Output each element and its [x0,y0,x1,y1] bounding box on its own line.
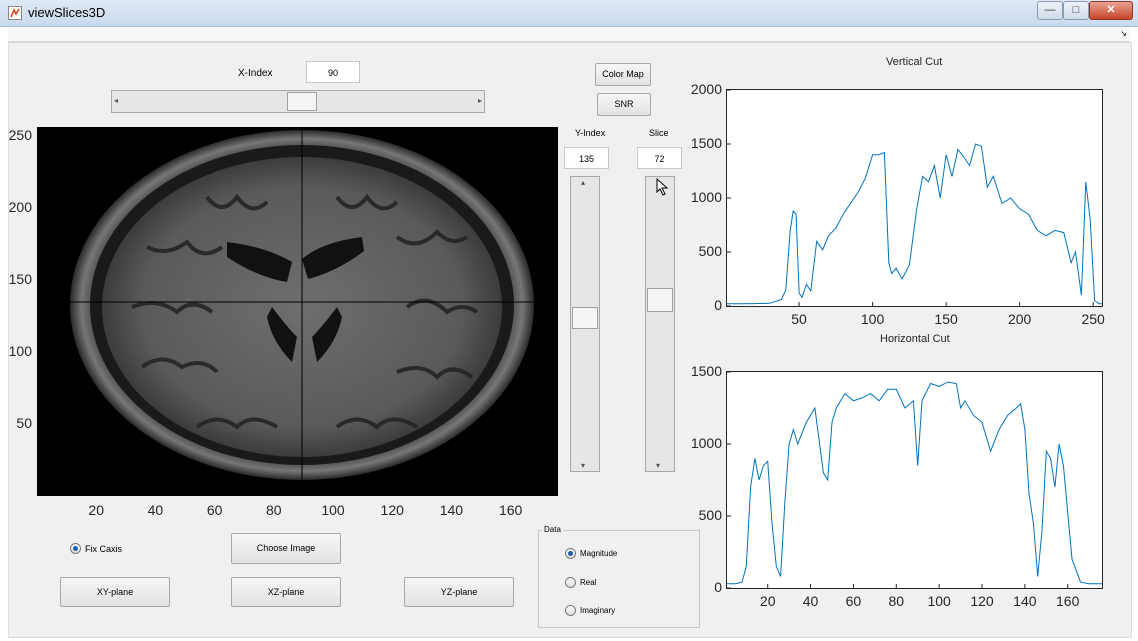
x-index-slider[interactable]: ◂ ▸ [111,90,485,113]
slider-up-arrow-icon[interactable]: ▴ [581,178,585,187]
imaginary-label: Imaginary [580,606,616,615]
slider-down-arrow-icon[interactable]: ▾ [656,461,660,470]
horizontal-cut-x-tick-label: 160 [1056,593,1080,609]
y-index-field[interactable]: 135 [564,147,609,169]
vertical-cut-y-tick-label: 500 [698,243,722,259]
xz-plane-button[interactable]: XZ-plane [231,577,341,607]
vertical-cut-x-tick-label: 250 [1081,311,1105,327]
vertical-cut-x-tick-label: 150 [934,311,958,327]
yz-plane-button[interactable]: YZ-plane [404,577,514,607]
choose-image-button[interactable]: Choose Image [231,533,341,564]
vertical-cut-x-tick-label: 50 [791,311,807,327]
horizontal-cut-x-tick-label: 60 [845,593,862,609]
horizontal-cut-y-tick-label: 500 [698,507,722,523]
x-index-label: X-Index [238,68,273,79]
slice-slider[interactable]: ▴ ▾ [645,176,675,472]
magnitude-label: Magnitude [580,549,618,558]
horizontal-cut-plot[interactable] [726,371,1103,589]
horizontal-cut-y-tick-label: 1500 [690,363,722,379]
horizontal-cut-x-tick-label: 100 [927,593,951,609]
vertical-cut-plot[interactable] [726,89,1103,307]
slider-thumb[interactable] [572,306,598,329]
imaginary-radio[interactable] [565,605,576,616]
horizontal-cut-x-tick-label: 120 [970,593,994,609]
vertical-cut-y-tick-label: 0 [714,297,722,313]
image-x-tick-label: 140 [439,502,464,518]
image-x-tick-label: 100 [321,502,345,518]
image-y-tick-label: 200 [8,198,32,215]
close-button[interactable]: ✕ [1089,1,1133,20]
magnitude-radio[interactable] [565,548,576,559]
vertical-cut-x-tick-label: 200 [1007,311,1032,327]
dock-icon[interactable]: ↘ [1120,29,1127,38]
x-index-field[interactable]: 90 [306,61,360,83]
image-x-tick-label: 40 [147,502,164,518]
minimize-button[interactable]: — [1037,1,1063,20]
y-index-label: Y-Index [575,128,606,138]
slider-thumb[interactable] [287,92,318,111]
vertical-cut-y-tick-label: 2000 [690,81,722,97]
real-radio[interactable] [565,577,576,588]
real-label: Real [580,578,597,587]
image-y-tick-label: 50 [16,414,32,431]
maximize-button[interactable]: □ [1063,1,1089,20]
title-bar [0,0,1138,27]
image-y-tick-label: 100 [8,342,32,359]
xy-plane-button[interactable]: XY-plane [60,577,170,607]
image-y-tick-label: 150 [8,270,32,287]
slider-right-arrow-icon[interactable]: ▸ [478,96,482,105]
image-x-tick-label: 20 [88,502,104,518]
window-title: viewSlices3D [28,5,106,20]
data-button-group [538,530,700,628]
horizontal-cut-x-tick-label: 140 [1013,593,1037,609]
data-panel-title: Data [542,525,563,534]
fix-caxis-radio[interactable] [70,543,81,554]
image-x-tick-label: 160 [498,502,523,518]
y-index-slider[interactable]: ▴ ▾ [570,176,600,472]
vertical-cut-y-tick-label: 1000 [690,189,722,205]
color-map-button[interactable]: Color Map [595,63,651,86]
menu-bar: ↘ [8,27,1130,42]
image-x-tick-label: 60 [206,502,223,518]
horizontal-cut-x-tick-label: 80 [888,593,905,609]
vertical-cut-series-line [727,143,1102,305]
vertical-cut-y-tick-label: 1500 [690,135,722,151]
vertical-cut-svg [727,89,1102,307]
horizontal-cut-series-line [727,381,1102,585]
slider-left-arrow-icon[interactable]: ◂ [114,96,118,105]
horizontal-cut-y-tick-label: 1000 [690,435,722,451]
horizontal-cut-x-tick-label: 20 [759,593,776,609]
matlab-figure-icon [8,6,22,20]
image-x-tick-label: 120 [380,502,404,518]
image-x-tick-label: 80 [266,502,282,518]
horizontal-cut-title: Horizontal Cut [880,333,950,345]
slider-down-arrow-icon[interactable]: ▾ [581,461,585,470]
snr-button[interactable]: SNR [597,93,651,116]
fix-caxis-label: Fix Caxis [85,544,123,554]
vertical-cut-title: Vertical Cut [886,56,943,68]
vertical-cut-x-tick-label: 100 [860,311,885,327]
image-axes[interactable] [37,127,558,496]
image-y-tick-label: 250 [8,126,32,143]
horizontal-cut-x-tick-label: 40 [802,593,819,609]
horizontal-cut-svg [727,371,1102,589]
mri-image [37,127,558,496]
